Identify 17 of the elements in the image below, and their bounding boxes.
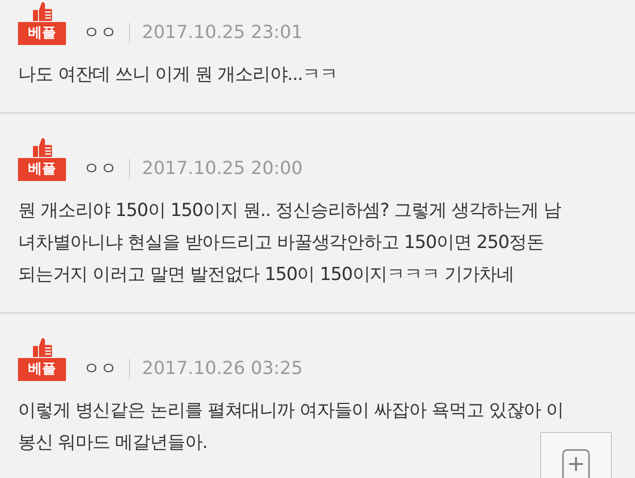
- thumbs-up-icon: [31, 136, 53, 158]
- comment-author: ㅇㅇ: [83, 358, 117, 381]
- thumbs-up-icon: [31, 0, 53, 22]
- comment-author: ㅇㅇ: [83, 22, 117, 45]
- best-reply-badge: 베플: [18, 22, 66, 45]
- thumbs-up-icon: [31, 336, 53, 358]
- floating-add-button[interactable]: [540, 432, 612, 478]
- comment-text: 뭔 개소리야 150이 150이지 뭔.. 정신승리하셈? 그렇게 생각하는게 남 녀차별아니냐 현실을 받아드리고 바꿀생각안하고 150이면 250정돈 되는거지 이러고 말면 발전없다 150이 150이지ㅋㅋㅋ 기가차네: [18, 199, 561, 287]
- comment-date: 2017.10.25 23:01: [142, 21, 303, 45]
- comment-author: ㅇㅇ: [83, 158, 117, 181]
- comment-text: 이렇게 병신같은 논리를 펼쳐대니까 여자들이 싸잡아 욕먹고 있잖아 이 봉신 워마드 메갈년들아.: [18, 399, 564, 455]
- comment-date: 2017.10.26 03:25: [142, 357, 303, 381]
- comment-text: 나도 여잔데 쓰니 이게 뭔 개소리야...ㅋㅋ: [18, 63, 338, 87]
- comment-date: 2017.10.25 20:00: [142, 157, 303, 181]
- best-reply-badge: 베플: [18, 158, 66, 181]
- plus-icon: [562, 449, 590, 478]
- best-reply-badge: 베플: [18, 358, 66, 381]
